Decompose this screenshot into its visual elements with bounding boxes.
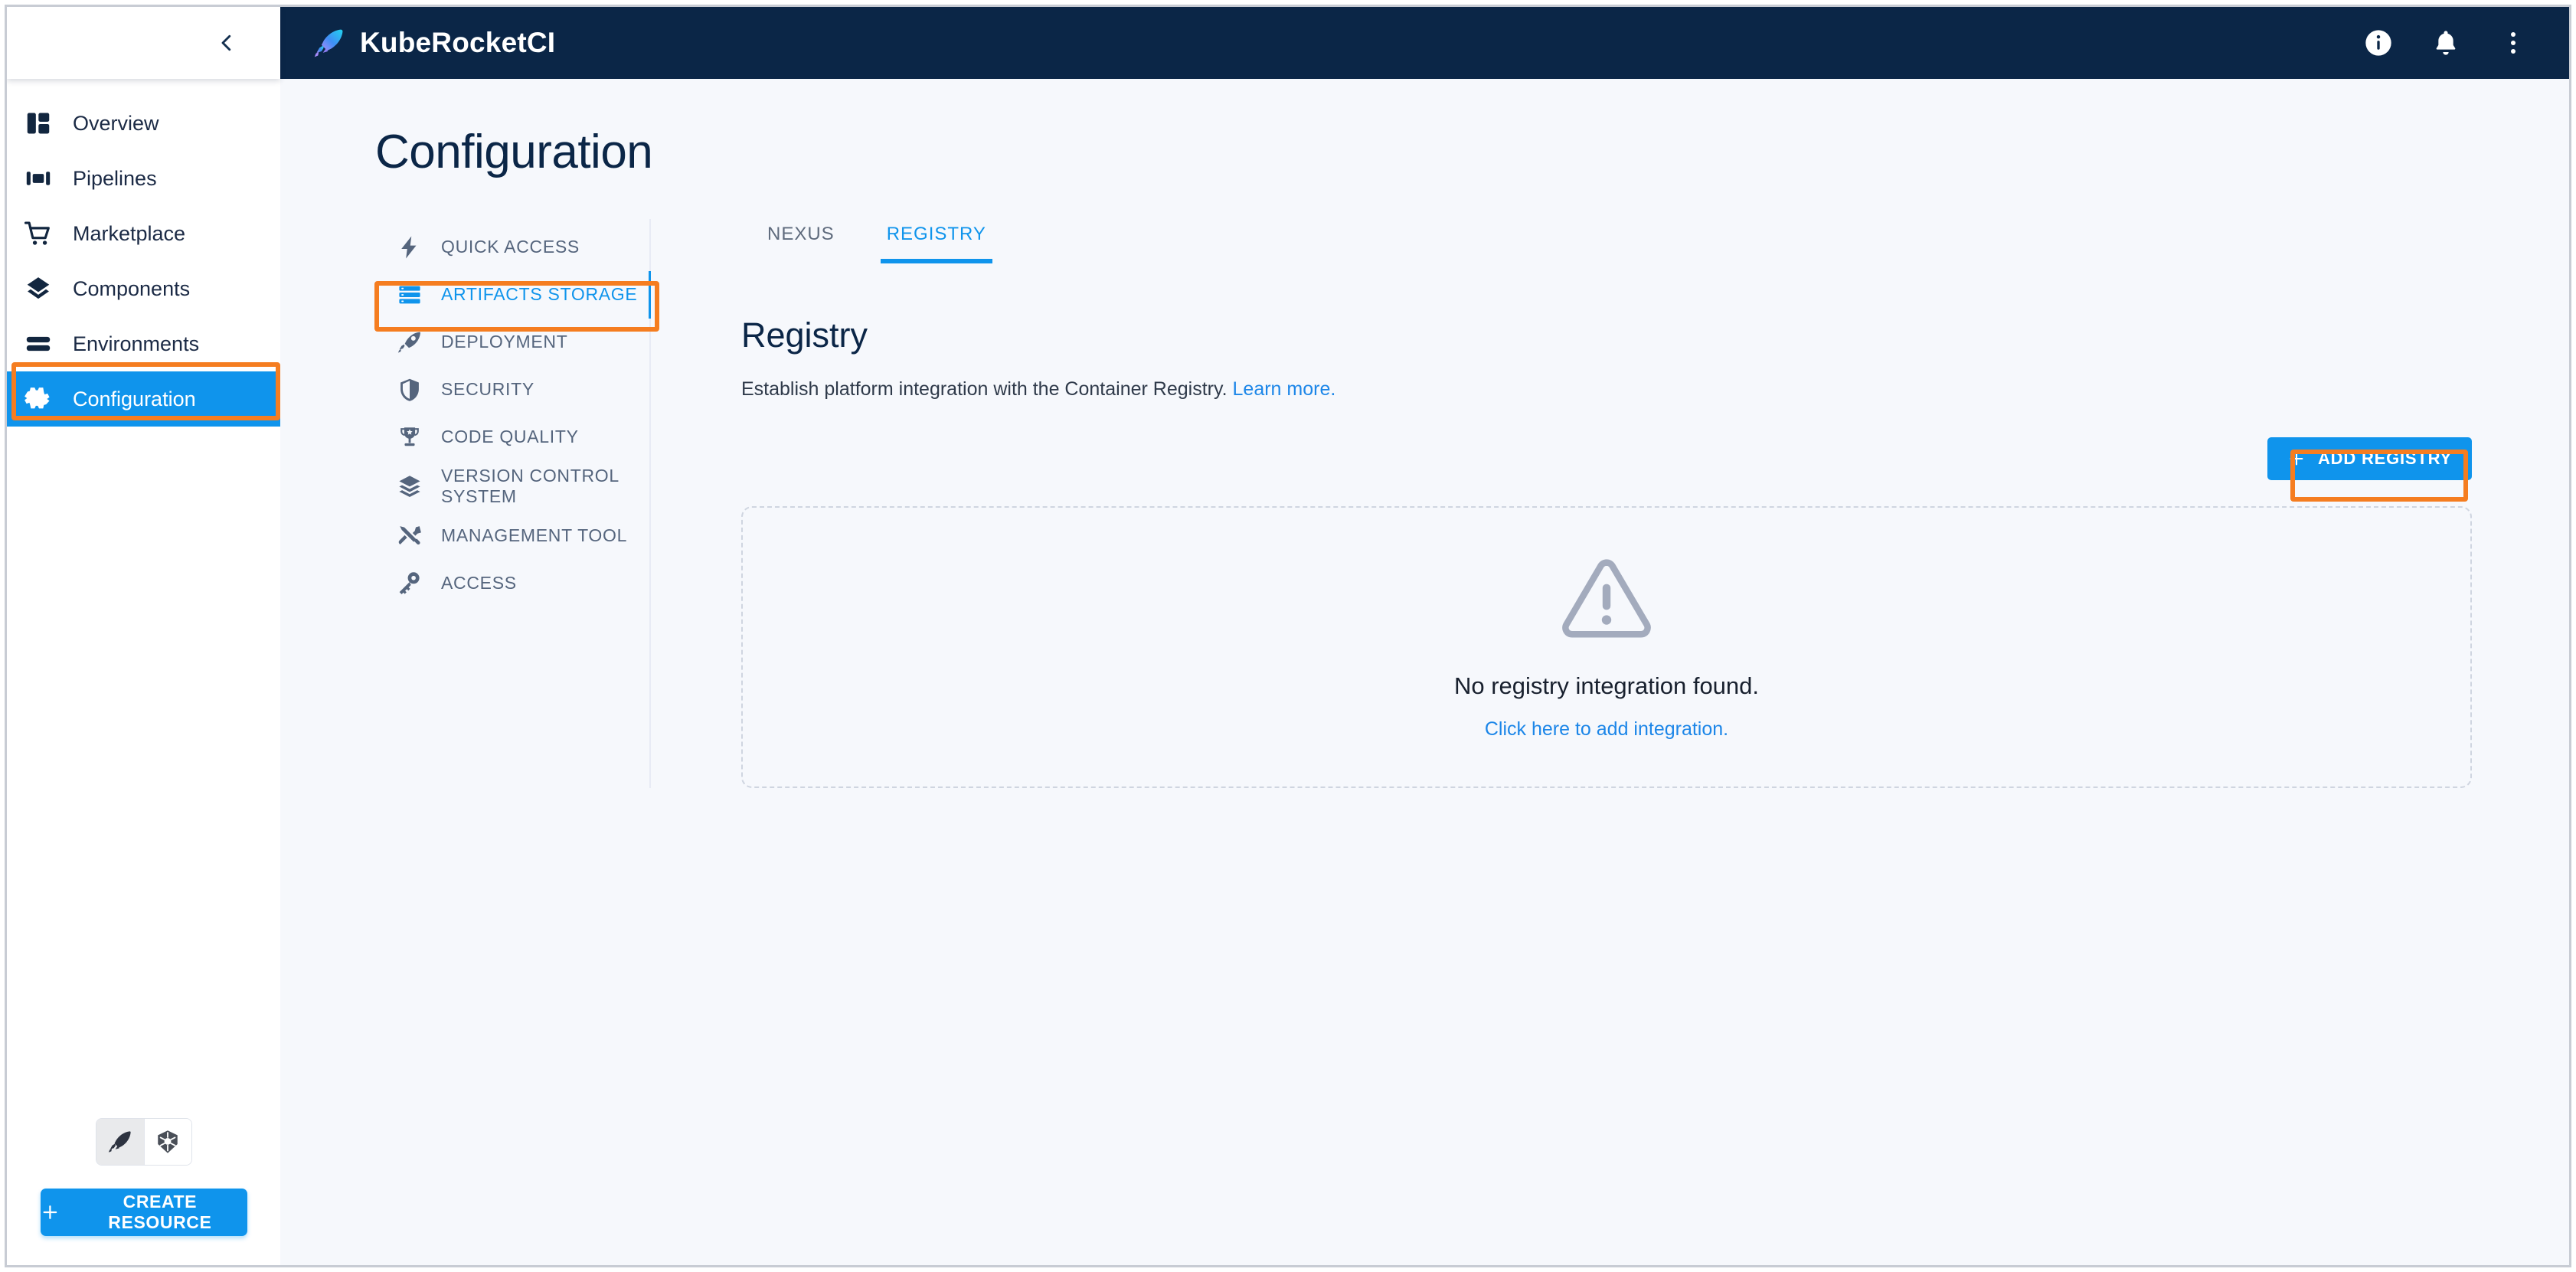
trophy-icon (400, 427, 419, 446)
configuration-panel: NEXUS REGISTRY Registry Establish platfo… (651, 219, 2569, 788)
create-resource-label: CREATE RESOURCE (108, 1192, 212, 1232)
tab-nexus[interactable]: NEXUS (741, 219, 861, 263)
tools-icon (398, 526, 421, 545)
rocket-icon (397, 332, 420, 353)
sidebar-item-label: Components (73, 276, 191, 300)
rocket-mode-icon (108, 1131, 131, 1153)
layers-icon (399, 476, 420, 498)
panel-actions: ADD REGISTRY (741, 437, 2472, 480)
pipelines-icon (26, 172, 51, 185)
dashboard-icon (27, 113, 50, 134)
sidebar-item-label: Configuration (73, 387, 196, 410)
brand-name: KubeRocketCI (360, 27, 556, 58)
sidebar-item-marketplace[interactable]: Marketplace (7, 206, 280, 261)
sidebar-nav: Overview Pipelines Marketplace Component… (7, 79, 280, 427)
configuration-layout: QUICK ACCESS ARTIFACTS STORAGE DEPLOYMEN… (280, 219, 2569, 788)
config-item-label: MANAGEMENT TOOL (441, 525, 628, 545)
config-item-label: ARTIFACTS STORAGE (441, 284, 638, 305)
config-item-label: QUICK ACCESS (441, 237, 580, 257)
main-content: Configuration QUICK ACCESS ARTIFACTS STO… (280, 79, 2569, 1265)
plus-icon (43, 1205, 57, 1219)
top-header-bar: KubeRocketCI (280, 7, 2569, 79)
sidebar-header (7, 7, 280, 79)
config-item-label: SECURITY (441, 379, 534, 400)
info-icon[interactable] (2363, 28, 2394, 58)
config-item-label: CODE QUALITY (441, 427, 579, 447)
learn-more-link[interactable]: Learn more. (1233, 378, 1336, 400)
stack-bars-icon (26, 336, 51, 352)
config-item-management-tool[interactable]: MANAGEMENT TOOL (375, 512, 649, 559)
gear-icon (25, 387, 50, 409)
rocket-mode-button[interactable] (96, 1119, 144, 1165)
kubernetes-mode-button[interactable] (143, 1119, 191, 1165)
add-registry-button[interactable]: ADD REGISTRY (2267, 437, 2472, 480)
config-item-label: ACCESS (441, 572, 517, 593)
storage-rows-icon (399, 286, 420, 304)
config-item-artifacts-storage[interactable]: ARTIFACTS STORAGE (375, 271, 651, 319)
sidebar-item-label: Pipelines (73, 166, 157, 190)
config-item-quick-access[interactable]: QUICK ACCESS (375, 224, 649, 271)
warning-triangle-icon (1562, 558, 1651, 638)
layers-diamond-icon (27, 277, 50, 299)
cart-icon (24, 221, 50, 245)
sidebar-footer: CREATE RESOURCE (7, 1118, 280, 1265)
config-item-security[interactable]: SECURITY (375, 366, 649, 414)
config-item-version-control-system[interactable]: VERSION CONTROL SYSTEM (375, 461, 649, 512)
registry-tabs: NEXUS REGISTRY (741, 219, 2472, 263)
sidebar-item-label: Environments (73, 332, 200, 355)
header-actions (2363, 28, 2529, 58)
sidebar-item-overview[interactable]: Overview (7, 96, 280, 151)
sidebar-item-environments[interactable]: Environments (7, 316, 280, 371)
config-item-deployment[interactable]: DEPLOYMENT (375, 319, 649, 366)
sidebar-item-label: Overview (73, 111, 159, 135)
config-item-code-quality[interactable]: CODE QUALITY (375, 414, 649, 461)
more-vertical-icon[interactable] (2498, 28, 2529, 58)
sidebar-item-label: Marketplace (73, 221, 186, 245)
config-item-label: DEPLOYMENT (441, 332, 568, 352)
bell-icon[interactable] (2431, 28, 2461, 58)
sidebar-item-components[interactable]: Components (7, 261, 280, 316)
config-item-label: VERSION CONTROL SYSTEM (441, 466, 619, 507)
chevron-left-icon (221, 34, 231, 51)
brand: KubeRocketCI (312, 26, 555, 60)
kubernetes-mode-icon (158, 1130, 178, 1153)
empty-state-card: No registry integration found. Click her… (741, 506, 2472, 788)
create-resource-button[interactable]: CREATE RESOURCE (40, 1189, 247, 1236)
rocket-logo-icon (314, 29, 343, 57)
view-mode-toggle (95, 1118, 192, 1166)
section-title: Registry (741, 316, 868, 355)
tab-registry[interactable]: REGISTRY (861, 219, 1012, 263)
add-registry-label: ADD REGISTRY (2317, 449, 2452, 468)
sidebar-item-configuration[interactable]: Configuration (7, 371, 280, 427)
empty-state-link[interactable]: Click here to add integration. (1485, 718, 1728, 741)
page-title: Configuration (375, 126, 653, 178)
key-icon (399, 572, 420, 595)
shield-icon (400, 378, 419, 401)
lightning-bolt-icon (401, 236, 417, 259)
left-sidebar: Overview Pipelines Marketplace Component… (7, 7, 280, 1265)
empty-state-title: No registry integration found. (1453, 672, 1760, 699)
config-item-access[interactable]: ACCESS (375, 559, 649, 607)
configuration-menu: QUICK ACCESS ARTIFACTS STORAGE DEPLOYMEN… (375, 219, 651, 788)
plus-icon (2290, 452, 2303, 466)
app-window: KubeRocketCI Overview Pipelines Marketpl… (5, 5, 2571, 1267)
section-description-text: Establish platform integration with the … (741, 378, 1228, 400)
collapse-sidebar-button[interactable] (207, 23, 247, 63)
sidebar-item-pipelines[interactable]: Pipelines (7, 151, 280, 206)
section-description: Establish platform integration with the … (741, 378, 2472, 401)
